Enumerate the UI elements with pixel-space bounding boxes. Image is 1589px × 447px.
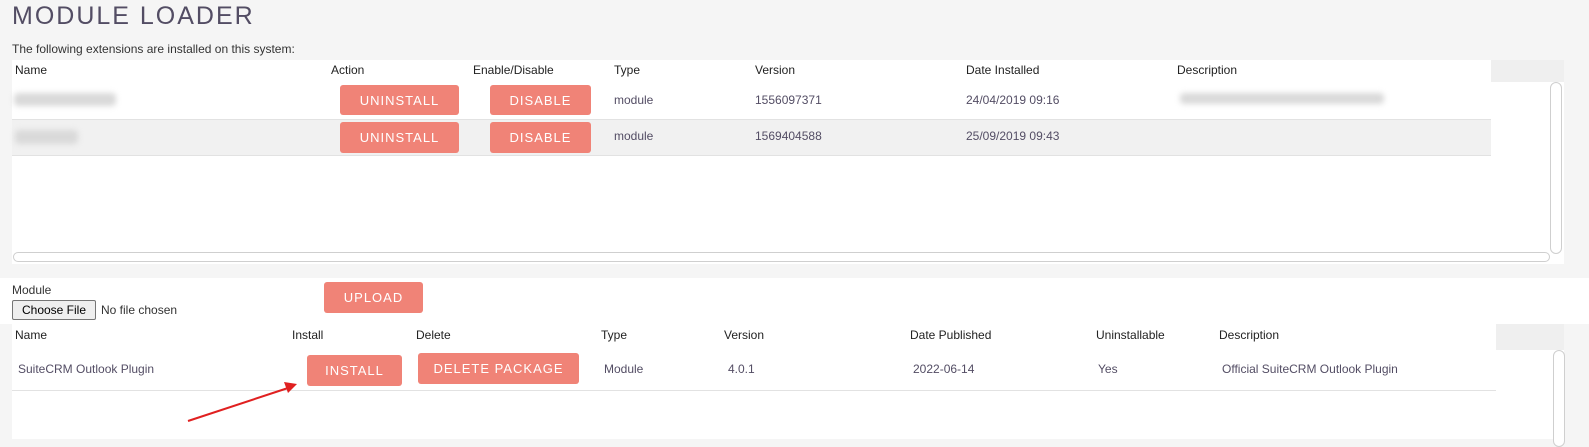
choose-file-button[interactable]: Choose File [12,300,96,320]
redacted-name [15,130,78,144]
header-date-installed: Date Installed [966,63,1040,77]
package-description: Official SuiteCRM Outlook Plugin [1222,362,1398,376]
header-uninstallable: Uninstallable [1096,328,1165,342]
row-version: 1569404588 [755,129,822,143]
header-version: Version [724,328,765,342]
page-title: MODULE LOADER [12,2,255,30]
uninstall-button[interactable]: UNINSTALL [340,122,459,153]
package-type: Module [604,362,644,376]
row-type: module [614,129,654,143]
no-file-chosen-text: No file chosen [101,303,178,317]
header-description: Description [1177,63,1238,77]
packages-vertical-scrollbar[interactable] [1553,350,1565,447]
packages-table-header-strip [1496,324,1564,350]
installed-vertical-scrollbar[interactable] [1550,82,1562,254]
module-label: Module [12,283,52,297]
header-install: Install [292,328,324,342]
row-divider [12,119,1491,120]
header-delete: Delete [416,328,451,342]
uninstall-button[interactable]: UNINSTALL [340,85,459,115]
installed-intro-text: The following extensions are installed o… [12,42,295,56]
row-divider [12,155,1491,156]
installed-row-2-background [12,119,1491,155]
package-date-published: 2022-06-14 [913,362,975,376]
installed-table-header-strip [1491,60,1564,82]
header-version: Version [755,63,796,77]
installed-table [12,60,1564,264]
annotation-arrow-icon [187,382,297,422]
disable-button[interactable]: DISABLE [490,85,591,115]
delete-package-button[interactable]: DELETE PACKAGE [418,353,579,384]
header-enable-disable: Enable/Disable [473,63,554,77]
disable-button[interactable]: DISABLE [490,122,591,153]
install-button[interactable]: INSTALL [307,355,402,386]
package-uninstallable: Yes [1098,362,1118,376]
redacted-description [1180,93,1384,104]
package-name: SuiteCRM Outlook Plugin [18,362,155,376]
header-action: Action [331,63,365,77]
package-version: 4.0.1 [728,362,755,376]
header-type: Type [601,328,628,342]
header-description: Description [1219,328,1280,342]
upload-button[interactable]: UPLOAD [324,282,423,313]
row-version: 1556097371 [755,93,822,107]
upload-section [0,278,1589,324]
row-date-installed: 25/09/2019 09:43 [966,129,1060,143]
installed-horizontal-scrollbar[interactable] [13,252,1550,262]
redacted-name [14,93,116,106]
row-date-installed: 24/04/2019 09:16 [966,93,1060,107]
header-date-published: Date Published [910,328,992,342]
header-name: Name [15,63,48,77]
header-name: Name [15,328,48,342]
row-type: module [614,93,654,107]
header-type: Type [614,63,641,77]
